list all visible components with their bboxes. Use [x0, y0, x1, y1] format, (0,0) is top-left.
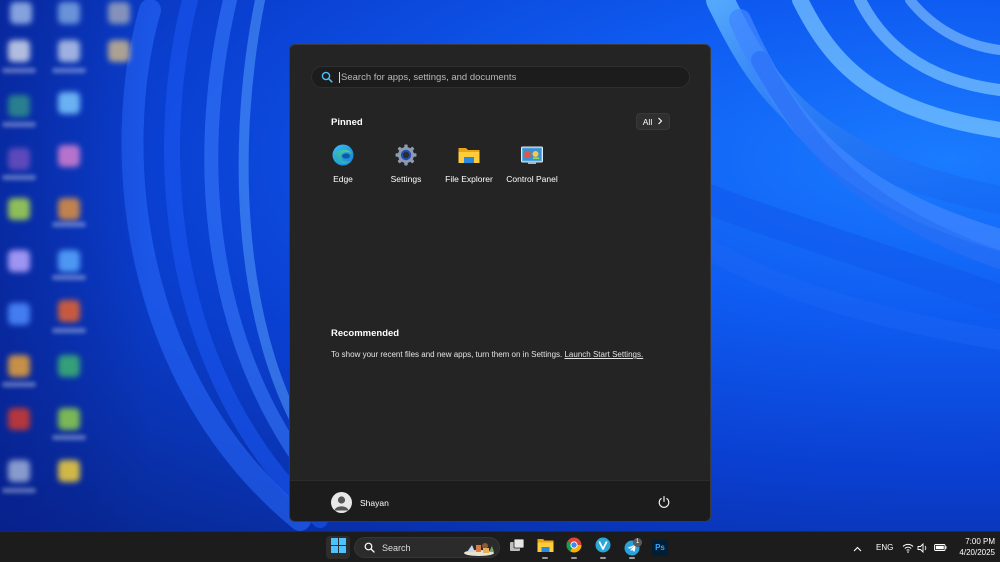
folder-icon — [457, 143, 481, 167]
recommended-title: Recommended — [331, 328, 400, 339]
v-circle-icon — [595, 537, 611, 558]
desktop-icon[interactable] — [8, 355, 30, 377]
desktop-icon[interactable] — [8, 40, 30, 62]
search-highlight-icon — [463, 540, 495, 556]
desktop-icon[interactable] — [58, 460, 80, 482]
taskbar: Search 1 Ps ENG 7:00 PM 4/20/2025 — [0, 531, 1000, 562]
pinned-app-label: Settings — [390, 174, 422, 184]
desktop-icon[interactable] — [58, 300, 80, 322]
user-name: Shayan — [360, 497, 389, 508]
gear-icon — [394, 143, 418, 167]
recommended-message: To show your recent files and new apps, … — [331, 350, 643, 359]
desktop-icon[interactable] — [8, 148, 30, 170]
desktop-icon[interactable] — [58, 198, 80, 220]
desktop-icon[interactable] — [58, 355, 80, 377]
desktop-icon[interactable] — [8, 95, 30, 117]
desktop-icon-label — [52, 435, 86, 440]
pinned-app-label: File Explorer — [445, 174, 493, 184]
pinned-title: Pinned — [331, 117, 363, 128]
desktop-icon[interactable] — [58, 145, 80, 167]
desktop-icon-label — [2, 68, 36, 73]
avatar-icon — [331, 492, 352, 513]
volume-icon[interactable] — [915, 536, 931, 559]
start-search-input[interactable] — [339, 71, 669, 83]
windows-logo-icon — [330, 537, 346, 558]
notification-badge: 1 — [633, 537, 642, 547]
taskbar-task-view[interactable] — [505, 536, 529, 559]
taskbar-search-box[interactable]: Search — [354, 537, 500, 558]
taskbar-chrome[interactable] — [562, 536, 586, 559]
battery-icon[interactable] — [931, 536, 949, 559]
recommended-message-text: To show your recent files and new apps, … — [331, 350, 563, 359]
search-icon — [321, 71, 333, 83]
folder-icon — [537, 538, 554, 558]
desktop-icon-label — [2, 382, 36, 387]
language-indicator[interactable]: ENG — [876, 543, 893, 552]
pinned-app-label: Control Panel — [506, 174, 558, 184]
running-indicator — [542, 557, 548, 559]
pinned-app-control-panel[interactable]: Control Panel — [501, 143, 563, 189]
taskbar-search-label: Search — [382, 542, 411, 553]
photoshop-icon: Ps — [652, 539, 668, 556]
desktop-icon[interactable] — [10, 2, 32, 24]
running-indicator — [600, 557, 606, 559]
taskbar-app-v[interactable] — [591, 536, 615, 559]
search-icon — [364, 542, 375, 553]
taskbar-telegram[interactable]: 1 — [620, 536, 644, 559]
running-indicator — [571, 557, 577, 559]
pinned-app-label: Edge — [333, 174, 353, 184]
pinned-app-edge[interactable]: Edge — [312, 143, 374, 189]
desktop-icon[interactable] — [8, 408, 30, 430]
pinned-app-settings[interactable]: Settings — [375, 143, 437, 189]
desktop-icon[interactable] — [8, 198, 30, 220]
desktop-icon-label — [52, 328, 86, 333]
desktop-icon[interactable] — [108, 2, 130, 24]
all-apps-label: All — [642, 116, 653, 127]
desktop-icon[interactable] — [8, 250, 30, 272]
photoshop-icon-label: Ps — [655, 543, 665, 552]
running-indicator — [629, 557, 635, 559]
desktop-icon[interactable] — [58, 2, 80, 24]
edge-icon — [331, 143, 355, 167]
desktop-icon[interactable] — [8, 303, 30, 325]
taskbar-photoshop[interactable]: Ps — [648, 536, 672, 559]
clock[interactable]: 7:00 PM 4/20/2025 — [950, 536, 995, 558]
clock-date: 4/20/2025 — [959, 548, 995, 557]
desktop-icon[interactable] — [58, 408, 80, 430]
desktop-icon-label — [2, 175, 36, 180]
show-hidden-icons-button[interactable] — [847, 536, 867, 559]
start-button[interactable] — [326, 536, 350, 559]
clock-time: 7:00 PM — [965, 537, 995, 546]
desktop-icon[interactable] — [58, 250, 80, 272]
desktop-icon-label — [52, 68, 86, 73]
pinned-app-file-explorer[interactable]: File Explorer — [438, 143, 500, 189]
telegram-icon: 1 — [624, 537, 642, 556]
desktop-icon[interactable] — [58, 92, 80, 114]
user-account-button[interactable]: Shayan — [331, 492, 389, 513]
desktop-icon-label — [2, 488, 36, 493]
taskbar-file-explorer[interactable] — [533, 536, 557, 559]
control-panel-icon — [520, 143, 544, 167]
start-search-box[interactable] — [311, 66, 690, 88]
power-icon[interactable] — [657, 495, 671, 509]
desktop-icon[interactable] — [58, 40, 80, 62]
chrome-icon — [566, 537, 582, 558]
desktop-icon-label — [2, 122, 36, 127]
all-apps-button[interactable]: All — [636, 113, 670, 130]
desktop-icon-label — [52, 275, 86, 280]
wifi-icon[interactable] — [900, 536, 916, 559]
chevron-right-icon — [657, 117, 663, 127]
start-menu-footer: Shayan — [290, 480, 710, 521]
desktop-icon-label — [52, 222, 86, 227]
desktop-icon[interactable] — [8, 460, 30, 482]
launch-start-settings-link[interactable]: Launch Start Settings. — [564, 350, 643, 359]
chevron-up-icon — [853, 539, 862, 557]
desktop-icon[interactable] — [108, 40, 130, 62]
task-view-icon — [509, 538, 525, 557]
start-menu: Pinned All Edge — [289, 44, 711, 522]
